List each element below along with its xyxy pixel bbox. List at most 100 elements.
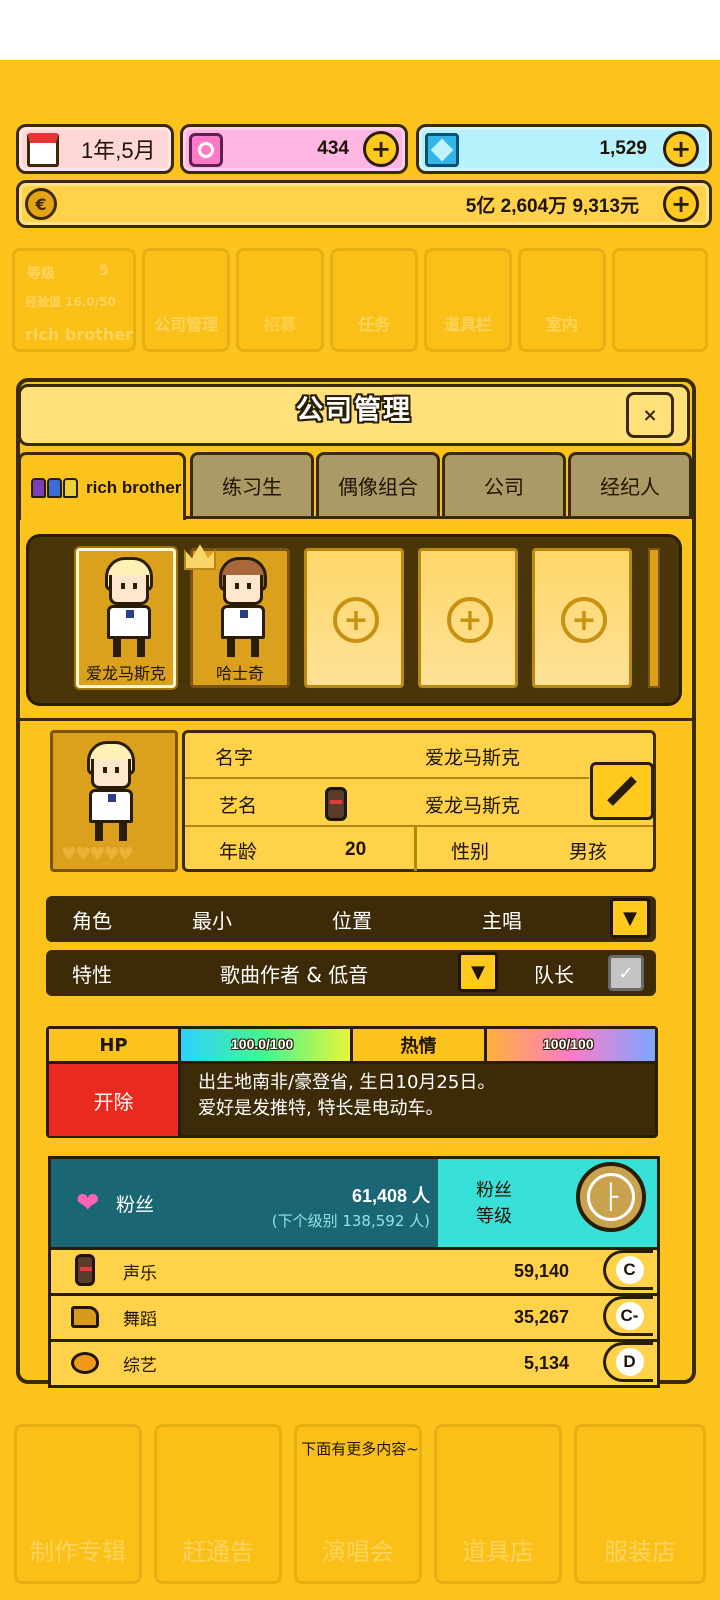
stat-row-vocal: 声乐 59,140 C — [48, 1250, 660, 1296]
name-row: 名字 爱龙马斯克 — [185, 733, 653, 779]
edit-name-button[interactable] — [590, 762, 654, 820]
diamond-icon — [425, 133, 459, 167]
modal-title: 公司管理 — [296, 395, 412, 426]
shoe-icon — [71, 1306, 99, 1328]
coin-icon: € — [25, 188, 57, 220]
member-portrait: ♥♥♥♥♥ — [50, 730, 178, 872]
gender-value: 男孩 — [569, 840, 608, 863]
level-value: 5 — [99, 263, 109, 279]
age-value: 20 — [345, 839, 367, 860]
character-sprite — [215, 557, 271, 659]
section-divider — [18, 718, 692, 721]
pencil-icon — [607, 776, 637, 806]
position-value: 主唱 — [482, 908, 522, 933]
carousel-next-edge[interactable] — [648, 548, 660, 688]
stat-value: 5,134 — [523, 1353, 569, 1373]
member-name: 哈士奇 — [193, 659, 287, 685]
empty-member-slot[interactable]: + — [304, 548, 404, 688]
tab-idol-groups[interactable]: 偶像组合 — [316, 452, 440, 516]
stat-grade-badge: C — [603, 1250, 653, 1290]
close-button[interactable]: × — [626, 392, 674, 438]
heart-icon: ❤ — [76, 1186, 100, 1219]
name-label: 名字 — [215, 746, 254, 769]
add-diamonds-button[interactable]: + — [663, 131, 699, 167]
variety-icon — [71, 1352, 99, 1374]
microphone-icon — [325, 787, 347, 821]
menu-tasks: 任务 — [330, 248, 418, 352]
stat-grade-badge: D — [603, 1342, 653, 1382]
date-value: 1年,5月 — [81, 138, 156, 163]
stat-label: 舞蹈 — [123, 1310, 157, 1330]
fans-count: 61,408 人 — [351, 1186, 430, 1206]
age-label: 年龄 — [219, 840, 258, 863]
stage-name-row: 艺名 爱龙马斯克 — [185, 781, 653, 827]
level-label: 等级 — [27, 266, 55, 282]
stat-grade: C — [615, 1256, 644, 1284]
menu-interior: 室内 — [518, 248, 606, 352]
fire-button[interactable]: 开除 — [49, 1064, 181, 1136]
passion-bar: 100/100 — [487, 1029, 655, 1061]
stat-value: 59,140 — [513, 1261, 569, 1281]
tab-group-label: rich brother — [86, 477, 182, 497]
diamond-counter: 1,529 + — [416, 124, 712, 174]
trait-dropdown-button[interactable]: ▼ — [458, 952, 498, 992]
menu-inventory: 道具栏 — [424, 248, 512, 352]
stat-label: 声乐 — [123, 1264, 157, 1284]
member-bio: 出生地南非/豪登省, 生日10月25日。 爱好是发推特, 特长是电动车。 — [198, 1070, 648, 1122]
stat-grade: C- — [615, 1302, 644, 1330]
member-card[interactable]: 爱龙马斯克 — [76, 548, 176, 688]
stat-row-dance: 舞蹈 35,267 C- — [48, 1296, 660, 1342]
money-value: 5亿 2,604万 9,313元 — [465, 195, 639, 217]
bio-line: 爱好是发推特, 特长是电动车。 — [198, 1098, 444, 1119]
date-display: 1年,5月 — [16, 124, 174, 174]
stat-grade: D — [615, 1348, 644, 1376]
menu-company-manage: 公司管理 — [142, 248, 230, 352]
role-label: 角色 — [72, 908, 112, 933]
hearts-icon: ♥♥♥♥♥ — [61, 844, 134, 865]
trait-row: 特性 歌曲作者 & 低音 ▼ 队长 ✓ — [46, 950, 656, 996]
tab-manager[interactable]: 经纪人 — [568, 452, 692, 516]
member-name: 爱龙马斯克 — [79, 659, 173, 685]
age-gender-row: 年龄 20 性别 男孩 — [185, 827, 653, 873]
level-panel: 等级 5 经验值 16.0/50 rich brother — [12, 248, 136, 352]
money-counter: € 5亿 2,604万 9,313元 + — [16, 180, 712, 228]
passion-value: 100/100 — [543, 1036, 594, 1052]
trait-value: 歌曲作者 & 低音 — [220, 962, 369, 987]
calendar-icon — [27, 133, 59, 167]
stat-value: 35,267 — [513, 1307, 569, 1327]
add-member-icon: + — [561, 597, 607, 643]
stat-row-variety: 综艺 5,134 D — [48, 1342, 660, 1388]
gender-label: 性别 — [451, 840, 490, 863]
tab-company[interactable]: 公司 — [442, 452, 566, 516]
gem-value: 434 — [317, 138, 349, 159]
trait-label: 特性 — [72, 962, 112, 987]
position-label: 位置 — [332, 908, 372, 933]
name-value: 爱龙马斯克 — [425, 746, 521, 769]
role-value: 最小 — [192, 908, 232, 933]
tab-group[interactable]: rich brother — [18, 452, 186, 520]
gem-icon — [189, 133, 223, 167]
fan-level-badge-icon: ├ — [576, 1162, 646, 1232]
hp-label: HP — [49, 1029, 181, 1061]
stage-name-label: 艺名 — [219, 794, 258, 817]
add-member-icon: + — [447, 597, 493, 643]
portrait-sprite — [83, 741, 139, 843]
hp-bar: 100.0/100 — [181, 1029, 353, 1061]
empty-member-slot[interactable]: + — [532, 548, 632, 688]
exp-label: 经验值 16.0/50 — [25, 295, 116, 309]
group-icon — [31, 477, 78, 498]
leader-checkbox[interactable]: ✓ — [608, 955, 644, 991]
add-member-icon: + — [333, 597, 379, 643]
stat-grade-badge: C- — [603, 1296, 653, 1336]
position-dropdown-button[interactable]: ▼ — [610, 898, 650, 938]
bio-line: 出生地南非/豪登省, 生日10月25日。 — [198, 1072, 496, 1093]
character-sprite — [101, 557, 157, 659]
menu-recruit: 招募 — [236, 248, 324, 352]
member-info: 名字 爱龙马斯克 艺名 爱龙马斯克 年龄 20 性别 男孩 — [182, 730, 656, 872]
add-gems-button[interactable]: + — [363, 131, 399, 167]
microphone-icon — [75, 1254, 95, 1286]
company-name: rich brother — [25, 325, 133, 344]
add-money-button[interactable]: + — [663, 186, 699, 222]
tab-trainees[interactable]: 练习生 — [190, 452, 314, 516]
empty-member-slot[interactable]: + — [418, 548, 518, 688]
